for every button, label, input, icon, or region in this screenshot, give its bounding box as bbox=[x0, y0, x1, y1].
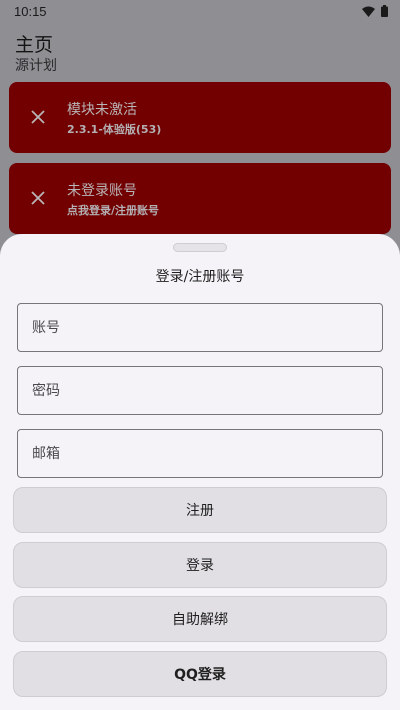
password-field[interactable] bbox=[17, 366, 383, 415]
card-subtitle: 点我登录/注册账号 bbox=[67, 204, 160, 217]
page-subtitle: 源计划 bbox=[15, 58, 57, 74]
login-button[interactable]: 登录 bbox=[13, 542, 387, 588]
status-bar: 10:15 bbox=[0, 0, 400, 24]
close-icon bbox=[29, 189, 47, 207]
close-icon bbox=[29, 108, 47, 126]
battery-icon bbox=[381, 5, 388, 21]
page-title: 主页 bbox=[15, 34, 54, 56]
status-icons bbox=[362, 5, 388, 21]
qq-login-button[interactable]: QQ登录 bbox=[13, 651, 387, 697]
drag-handle[interactable] bbox=[173, 243, 227, 252]
wifi-icon bbox=[362, 6, 375, 21]
card-title: 未登录账号 bbox=[67, 183, 137, 199]
card-title: 模块未激活 bbox=[67, 102, 137, 118]
register-button[interactable]: 注册 bbox=[13, 487, 387, 533]
account-login-card[interactable]: 未登录账号 点我登录/注册账号 bbox=[9, 163, 391, 234]
account-field[interactable] bbox=[17, 303, 383, 352]
module-inactive-card[interactable]: 模块未激活 2.3.1-体验版(53) bbox=[9, 82, 391, 153]
login-bottom-sheet: 登录/注册账号 注册 登录 自助解绑 QQ登录 bbox=[0, 234, 400, 710]
email-field[interactable] bbox=[17, 429, 383, 478]
status-time: 10:15 bbox=[14, 4, 47, 19]
card-subtitle: 2.3.1-体验版(53) bbox=[67, 123, 162, 136]
sheet-title: 登录/注册账号 bbox=[155, 269, 245, 285]
self-unbind-button[interactable]: 自助解绑 bbox=[13, 596, 387, 642]
